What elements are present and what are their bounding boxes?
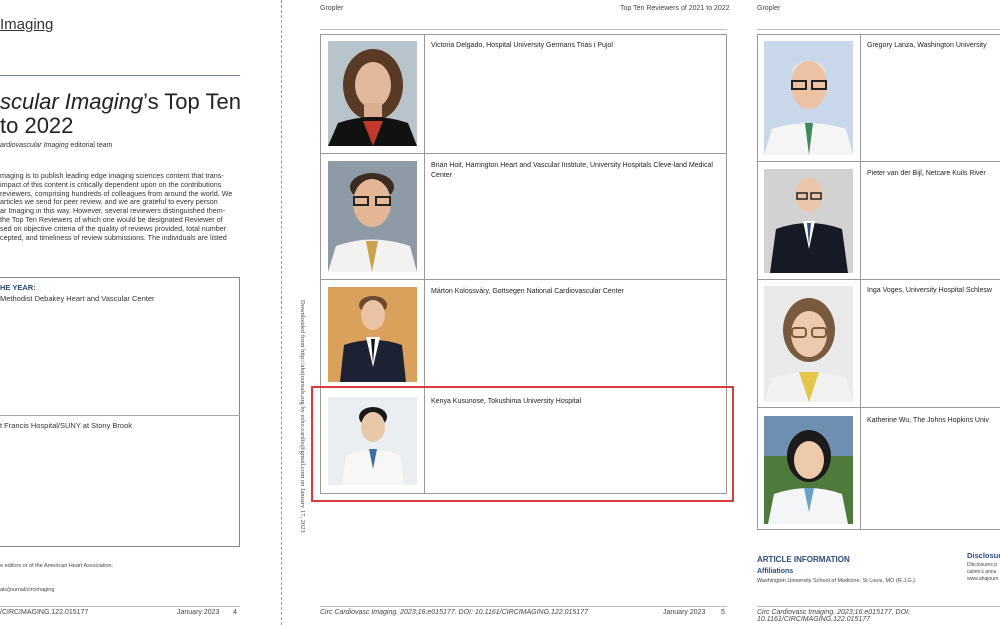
page-doi: Circ Cardiovasc Imaging. 2023;16:e015177… bbox=[320, 609, 588, 616]
reviewer-name: Brian Hoit, Harrington Heart and Vascula… bbox=[431, 162, 713, 179]
journal-header: Imaging bbox=[0, 16, 54, 33]
page-date: January 2023 bbox=[663, 609, 706, 616]
table-divider bbox=[0, 415, 240, 416]
footnote: e editors or of the American Heart Assoc… bbox=[0, 563, 114, 569]
title-italic-part: scular Imaging bbox=[0, 89, 144, 114]
disclosures-heading: Disclosure bbox=[967, 551, 1000, 560]
disclosures-text: Disclosures p bbox=[967, 562, 998, 568]
second-reviewer-affiliation: t Francis Hospital/SUNY at Stony Brook bbox=[0, 421, 132, 430]
footer-rule bbox=[757, 606, 1000, 607]
table-row-divider bbox=[321, 153, 726, 154]
body-line: cepted, and timeliness of review submiss… bbox=[0, 232, 227, 242]
disclosures-text: www.ahajourn bbox=[967, 576, 999, 582]
article-body: maging is to publish leading edge imagin… bbox=[0, 171, 240, 242]
table-row-divider bbox=[758, 407, 1000, 408]
reviewer-name: Katherine Wu, The Johns Hopkins Univ bbox=[867, 417, 989, 424]
page-number: 5 bbox=[721, 609, 725, 616]
table-row-divider bbox=[758, 161, 1000, 162]
reviewer-name: Gregory Lanza, Washington University bbox=[867, 42, 987, 49]
reviewer-name: Victoria Delgado, Hospital University Ge… bbox=[431, 42, 613, 49]
reviewer-name: Inga Voges, University Hospital Schlesw bbox=[867, 287, 992, 294]
journal-url-link[interactable]: als/journal/circimaging bbox=[0, 587, 54, 593]
table-column-divider bbox=[860, 35, 861, 529]
affiliation-text: Washington University School of Medicine… bbox=[757, 578, 917, 584]
page-date: January 2023 bbox=[177, 609, 220, 616]
reviewer-name: Márton Kolossváry, Gottsegen National Ca… bbox=[431, 288, 624, 295]
reviewer-photo bbox=[764, 41, 853, 155]
download-watermark: Downloaded from http://ahajournals.org b… bbox=[299, 300, 306, 533]
running-header-title: Top Ten Reviewers of 2021 to 2022 bbox=[620, 5, 730, 12]
reviewers-table-right: Gregory Lanza, Washington University Pie… bbox=[757, 34, 1000, 530]
subtitle-italic: ardiovascular Imaging bbox=[0, 142, 69, 149]
subtitle-rest: editorial team bbox=[68, 142, 113, 149]
reviewer-photo bbox=[764, 169, 853, 273]
footer-rule bbox=[0, 606, 240, 607]
reviewer-photo bbox=[328, 161, 417, 272]
running-header-author: Gropler bbox=[757, 5, 781, 12]
running-header-author: Gropler bbox=[320, 5, 344, 12]
page-doi: Circ Cardiovasc Imaging. 2023;16:e015177… bbox=[757, 609, 910, 623]
reviewer-photo bbox=[764, 416, 853, 524]
article-information-heading: ARTICLE INFORMATION bbox=[757, 555, 850, 564]
title-line2: to 2022 bbox=[0, 113, 74, 138]
header-rule bbox=[0, 75, 240, 76]
table-row-divider bbox=[321, 279, 726, 280]
reviewer-of-year-label: HE YEAR: bbox=[0, 283, 36, 292]
reviewer-photo bbox=[328, 287, 417, 382]
reviewer-of-year-affiliation: Methodist Debakey Heart and Vascular Cen… bbox=[0, 294, 155, 303]
disclosures-text: cation’s annu bbox=[967, 569, 997, 575]
reviewer-name: Pieter van der Bijl, Netcare Kuils River bbox=[867, 170, 986, 177]
header-rule bbox=[320, 29, 727, 30]
affiliations-heading: Affiliations bbox=[757, 568, 794, 575]
header-rule bbox=[757, 29, 1000, 30]
page-doi: /CIRCIMAGING.122.015177 bbox=[0, 609, 89, 616]
page-number: 4 bbox=[233, 609, 237, 616]
article-subtitle: ardiovascular Imaging editorial team bbox=[0, 142, 112, 149]
reviewer-of-year-table bbox=[0, 277, 240, 547]
page-gutter-divider bbox=[281, 0, 282, 625]
title-rest: ’s Top Ten bbox=[143, 89, 241, 114]
article-title: scular Imaging’s Top Ten to 2022 bbox=[0, 90, 241, 138]
reviewer-photo bbox=[328, 41, 417, 146]
table-row-divider bbox=[758, 279, 1000, 280]
reviewer-photo bbox=[764, 286, 853, 402]
footer-rule bbox=[320, 606, 727, 607]
highlighted-reviewer-row[interactable] bbox=[311, 386, 734, 502]
